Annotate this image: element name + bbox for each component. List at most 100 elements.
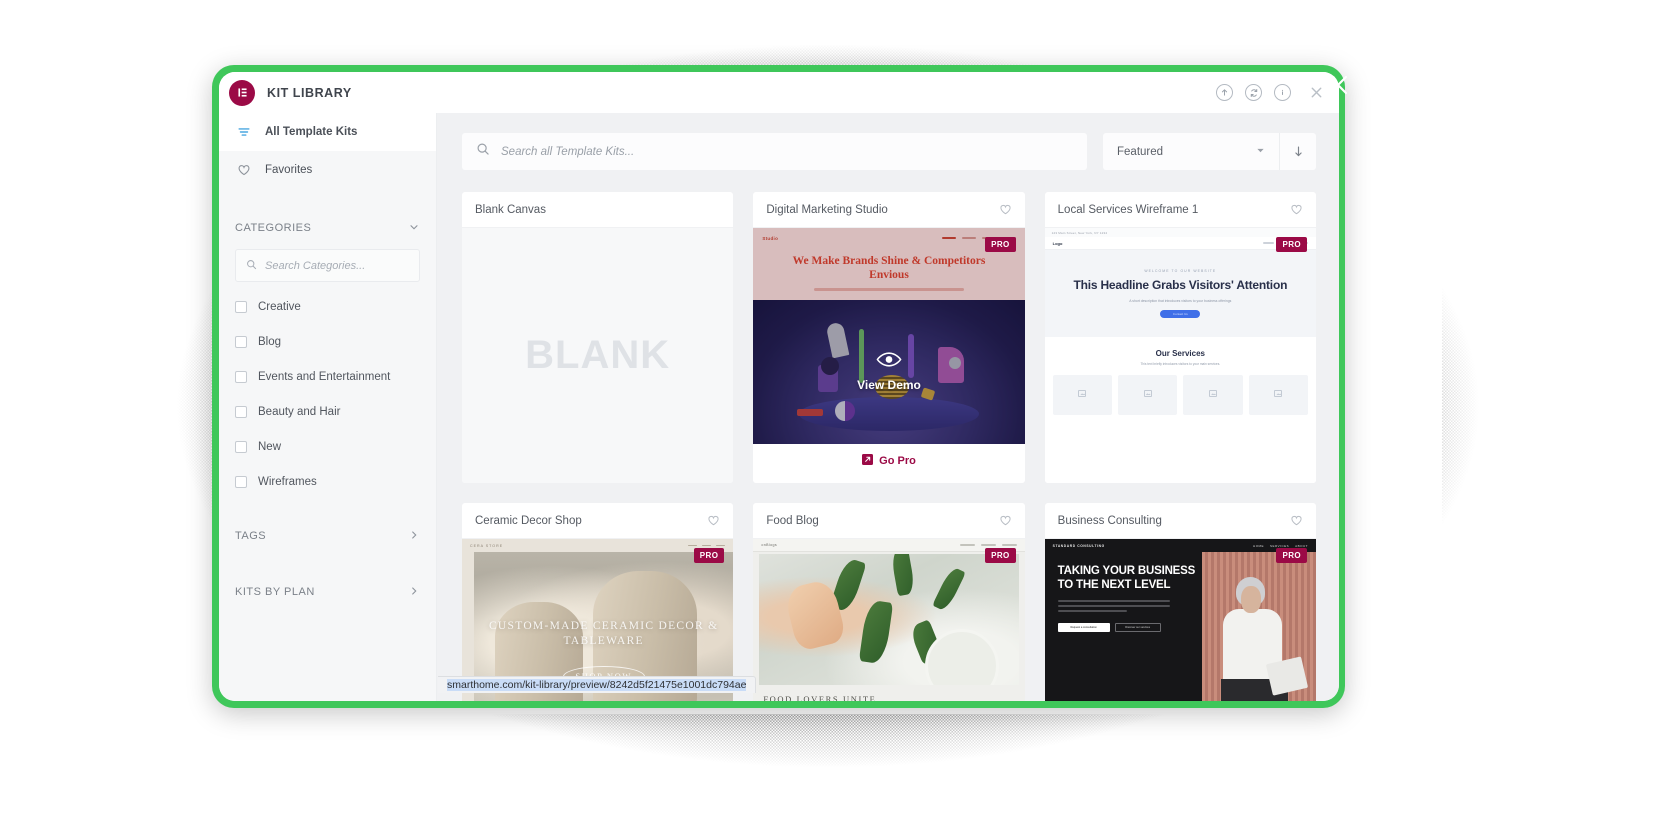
search-input[interactable] <box>501 145 1073 158</box>
preview-navbar: Logo <box>1044 237 1316 250</box>
checkbox[interactable] <box>235 370 247 383</box>
modal-header: KIT LIBRARY <box>219 72 1339 113</box>
kits-grid: Blank Canvas BLANK Digital Marketing Stu… <box>462 192 1316 701</box>
preview-hero-image: View Demo <box>753 299 1025 444</box>
card-header: Food Blog <box>753 503 1025 539</box>
kits-grid-scroll[interactable]: Blank Canvas BLANK Digital Marketing Stu… <box>437 170 1339 701</box>
chevron-down-icon <box>1255 145 1266 159</box>
sync-library-button[interactable] <box>1245 84 1262 101</box>
page-title: KIT LIBRARY <box>267 85 352 100</box>
preview-hero: WELCOME TO OUR WEBSITE This Headline Gra… <box>1044 250 1316 337</box>
sidebar-section-tags[interactable]: TAGS <box>219 524 436 548</box>
checkbox[interactable] <box>235 335 247 348</box>
favorite-heart-icon[interactable] <box>1290 203 1303 216</box>
favorite-heart-icon[interactable] <box>999 514 1012 527</box>
screenshot-stage: KIT LIBRARY All Template Kits Favorites … <box>0 0 1655 824</box>
sort-direction-button[interactable] <box>1279 133 1316 170</box>
preview-services-section: Our Services This text briefly introduce… <box>1044 337 1316 483</box>
favorite-heart-icon[interactable] <box>1290 514 1303 527</box>
preview-logo: onBlogs <box>761 543 778 547</box>
card-title: Food Blog <box>766 514 819 527</box>
image-placeholder-icon <box>1078 390 1087 397</box>
pro-badge: PRO <box>985 548 1016 563</box>
image-placeholder-icon <box>1274 390 1283 397</box>
card-thumbnail[interactable]: PRO Studio We Make Brands Shine & Compet… <box>753 228 1025 444</box>
nav-link <box>959 544 975 546</box>
text-line <box>1057 605 1171 608</box>
sidebar-item-label: All Template Kits <box>265 126 358 138</box>
preview-headline: TAKING YOUR BUSINESS TO THE NEXT LEVEL <box>1057 565 1196 592</box>
preview-service-card <box>1052 375 1112 415</box>
category-search-box[interactable] <box>235 249 420 282</box>
kit-card-local-services-wireframe-1[interactable]: Local Services Wireframe 1 PRO 123 Main … <box>1044 192 1316 483</box>
card-thumbnail[interactable]: PRO STANDARD CONSULTING HOME SERVICES AB… <box>1044 539 1316 701</box>
browser-status-bar: smarthome.com/kit-library/preview/8242d5… <box>438 676 757 693</box>
category-label: Blog <box>258 335 282 348</box>
category-item-blog[interactable]: Blog <box>235 329 420 354</box>
upload-kit-button[interactable] <box>1216 84 1233 101</box>
preview-headline: CUSTOM-MADE CERAMIC DECOR & TABLEWARE <box>488 619 719 647</box>
pro-badge: PRO <box>985 237 1016 252</box>
info-button[interactable] <box>1274 84 1291 101</box>
category-item-creative[interactable]: Creative <box>235 294 420 319</box>
categories-header[interactable]: CATEGORIES <box>235 215 420 241</box>
favorite-heart-icon[interactable] <box>707 514 720 527</box>
checkbox[interactable] <box>235 405 247 418</box>
nav-link <box>980 544 996 546</box>
kit-card-blank-canvas[interactable]: Blank Canvas BLANK <box>462 192 734 483</box>
categories-heading: CATEGORIES <box>235 222 312 234</box>
categories-section: CATEGORIES Search Categories... Creative… <box>219 215 436 494</box>
favorite-heart-icon[interactable] <box>999 203 1012 216</box>
card-header: Blank Canvas <box>462 192 734 228</box>
leaf-shape <box>858 599 894 665</box>
checkbox[interactable] <box>235 300 247 313</box>
checkbox[interactable] <box>235 440 247 453</box>
text-line <box>1057 600 1171 603</box>
close-icon[interactable] <box>1307 84 1325 102</box>
checkbox[interactable] <box>235 475 247 488</box>
sidebar-section-kits-by-plan[interactable]: KITS BY PLAN <box>219 580 436 604</box>
preview-subtext <box>813 287 964 291</box>
category-item-beauty-and-hair[interactable]: Beauty and Hair <box>235 399 420 424</box>
preview-logo: STANDARD CONSULTING <box>1052 543 1105 548</box>
card-hover-overlay[interactable]: View Demo <box>753 299 1025 444</box>
card-title: Local Services Wireframe 1 <box>1057 203 1199 216</box>
leaf-shape <box>890 554 917 596</box>
sidebar-item-favorites[interactable]: Favorites <box>219 151 436 189</box>
preview-logo: Studio <box>762 235 779 241</box>
preview-service-card <box>1248 375 1309 415</box>
nav-link <box>716 544 726 547</box>
sidebar-item-label: Favorites <box>265 164 313 176</box>
sort-controls: Featured <box>1103 133 1316 170</box>
search-box[interactable] <box>462 133 1087 170</box>
sidebar-item-all-template-kits[interactable]: All Template Kits <box>219 113 436 151</box>
image-placeholder-icon <box>1143 390 1152 397</box>
category-item-events-and-entertainment[interactable]: Events and Entertainment <box>235 364 420 389</box>
document-prop <box>1265 656 1309 697</box>
card-thumbnail[interactable]: PRO onBlogs FOOD LOVERS UNITE <box>753 539 1025 701</box>
heart-icon <box>235 163 252 177</box>
preview-buttons: Request a consultation Discover our serv… <box>1057 623 1202 633</box>
nav-link: HOME <box>1253 543 1265 548</box>
tags-heading: TAGS <box>235 530 267 542</box>
card-header: Ceramic Decor Shop <box>462 503 734 539</box>
pro-badge: PRO <box>1276 237 1307 252</box>
preview-service-cards <box>1045 375 1316 415</box>
kit-card-digital-marketing-studio[interactable]: Digital Marketing Studio PRO Studio We M… <box>753 192 1025 483</box>
sort-select[interactable]: Featured <box>1103 133 1279 170</box>
category-item-wireframes[interactable]: Wireframes <box>235 469 420 494</box>
kit-card-business-consulting[interactable]: Business Consulting PRO STANDARD CONSULT… <box>1044 503 1316 701</box>
card-thumbnail[interactable]: PRO 123 Main Street, New York, NY 1234 L… <box>1044 228 1316 483</box>
category-search-input[interactable] <box>265 259 409 272</box>
card-title: Business Consulting <box>1057 514 1162 527</box>
preview-headline: We Make Brands Shine & Competitors Envio… <box>792 255 986 282</box>
person-illustration <box>1211 574 1309 701</box>
card-footer[interactable]: Go Pro <box>753 444 1025 477</box>
close-cursor-overlay[interactable] <box>1325 72 1351 98</box>
category-item-new[interactable]: New <box>235 434 420 459</box>
search-icon <box>476 142 490 161</box>
card-thumbnail[interactable]: BLANK <box>462 228 734 483</box>
preview-navbar: STANDARD CONSULTING HOME SERVICES ABOUT <box>1045 539 1316 552</box>
kit-card-ceramic-decor-shop[interactable]: Ceramic Decor Shop PRO CERA STORE CUSTOM… <box>462 503 734 701</box>
kit-card-food-blog[interactable]: Food Blog PRO onBlogs FOOD LOVERS UNITE <box>753 503 1025 701</box>
